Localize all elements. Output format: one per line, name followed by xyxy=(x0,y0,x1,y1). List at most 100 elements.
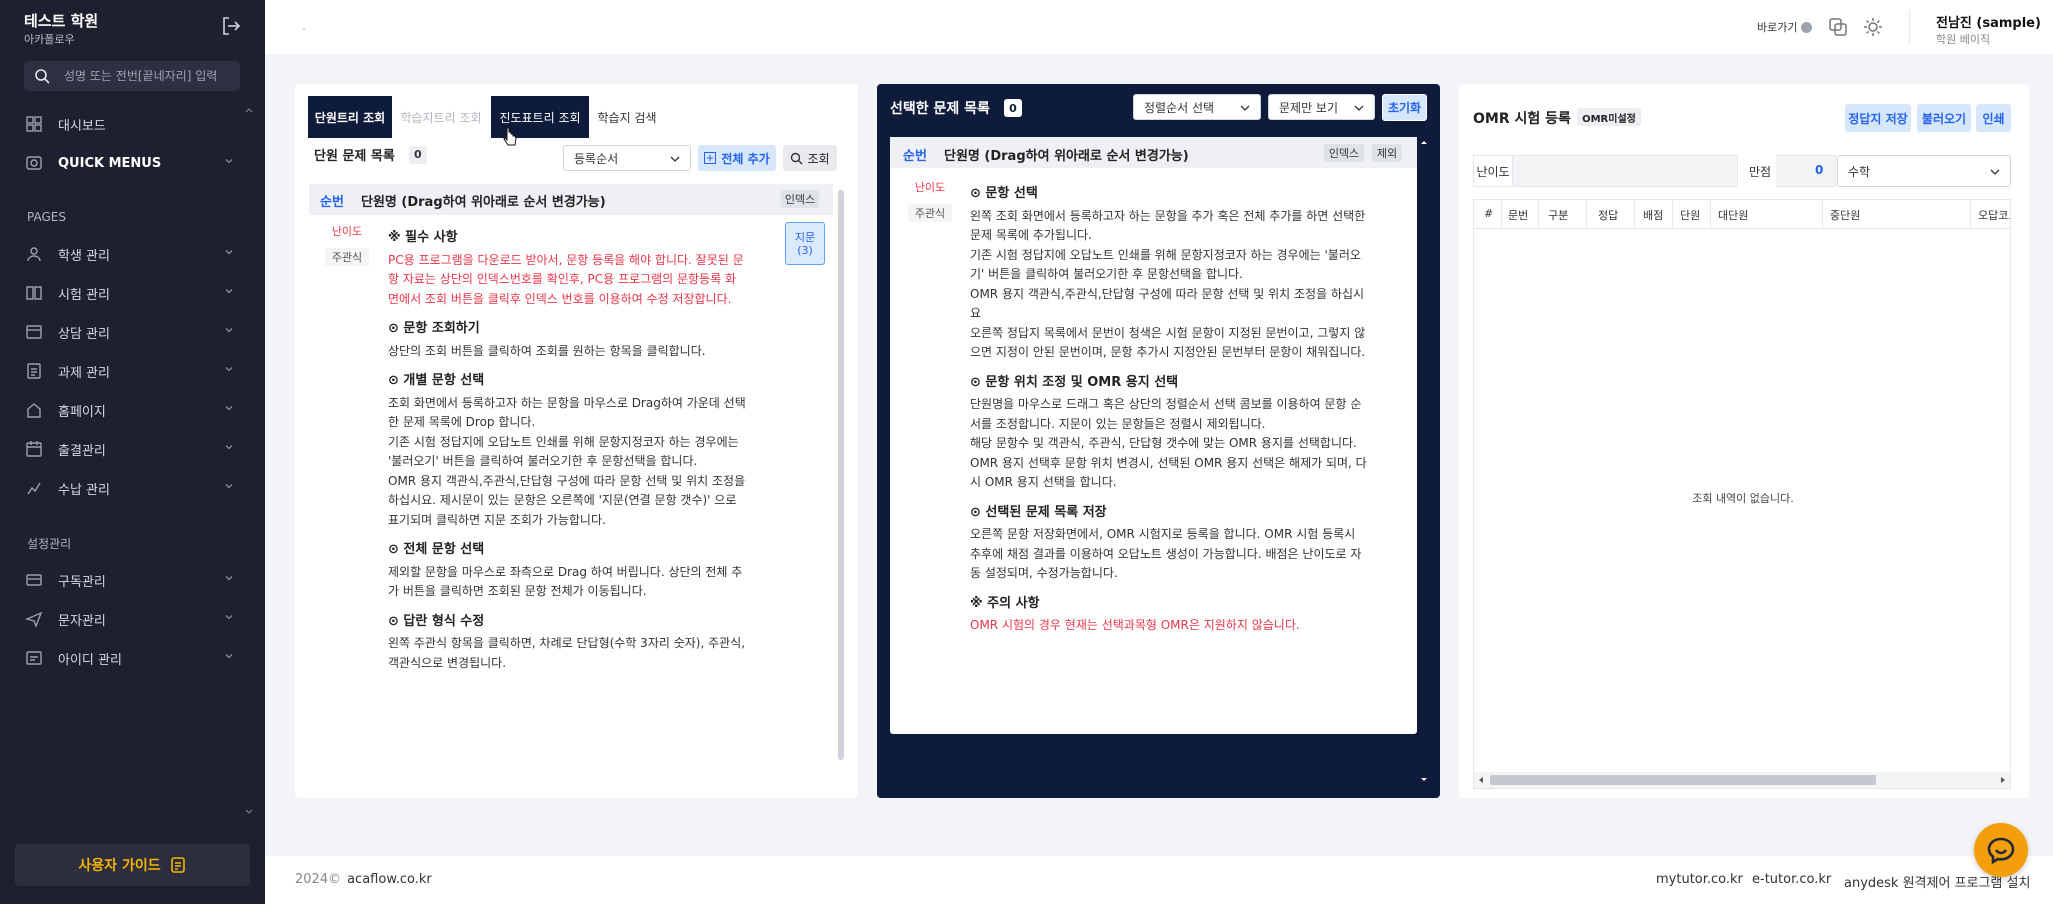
load-button[interactable]: 불러오기 xyxy=(1917,104,1971,132)
sidebar-item-label: 문자관리 xyxy=(58,613,106,629)
user-guide-label: 사용자 가이드 xyxy=(78,858,161,874)
help-paragraph: 기존 시험 정답지에 오답노트 인쇄를 위해 문항지정코자 하는 경우에는 '불… xyxy=(970,247,1361,282)
score-label: 만점 xyxy=(1744,155,1776,187)
sidebar-item-payment[interactable]: 수납 관리 xyxy=(24,475,234,501)
search-icon xyxy=(791,152,803,164)
user-guide-button[interactable]: 사용자 가이드 xyxy=(15,844,250,886)
omr-table: # 문번 구분 정답 배점 단원 대단원 중단원 오답코드 조회 내역이 없습니… xyxy=(1473,199,2011,789)
help-paragraph: OMR 시험의 경우 현재는 선택과목형 OMR은 지원하지 않습니다. xyxy=(970,618,1300,632)
info-icon xyxy=(1801,21,1813,33)
empty-message: 조회 내역이 없습니다. xyxy=(1692,492,1794,505)
help-paragraph: 기존 시험 정답지에 오답노트 인쇄를 위해 문항지정코자 하는 경우에는 '불… xyxy=(388,434,739,469)
attendance-icon xyxy=(24,440,44,458)
tab-worksheet-tree[interactable]: 학습지트리 조회 xyxy=(396,96,486,138)
user-name[interactable]: 전남진 (sample) xyxy=(1936,12,2041,31)
footer-link-etutor[interactable]: e-tutor.co.kr xyxy=(1752,872,1831,887)
sidebar-item-task[interactable]: 과제 관리 xyxy=(24,358,234,384)
sidebar-item-label: 홈페이지 xyxy=(58,404,106,420)
sidebar-item-message[interactable]: 문자관리 xyxy=(24,606,234,632)
sidebar-item-attendance[interactable]: 출결관리 xyxy=(24,436,234,462)
reset-button[interactable]: 초기화 xyxy=(1382,94,1427,121)
horizontal-scrollbar[interactable] xyxy=(1474,772,2010,788)
sidebar-item-label: 아이디 관리 xyxy=(58,652,122,668)
theme-sun-icon[interactable] xyxy=(1862,16,1884,38)
col-seq: 순번 xyxy=(903,149,927,164)
footer-copyright: 2024© acaflow.co.kr xyxy=(295,872,432,887)
chat-icon xyxy=(1987,837,2015,864)
scroll-down-icon[interactable] xyxy=(245,809,253,815)
sidebar-item-label: 과제 관리 xyxy=(58,365,110,381)
help-heading: ⊙ 문항 선택 xyxy=(970,186,1038,201)
sidebar-item-subscription[interactable]: 구독관리 xyxy=(24,567,234,593)
left-scrollbar-thumb[interactable] xyxy=(838,190,844,760)
type-tag[interactable]: 주관식 xyxy=(325,248,369,266)
col-wrong-code: 오답코드 xyxy=(1978,209,2010,222)
chevron-down-icon xyxy=(225,250,233,255)
scroll-right-icon[interactable] xyxy=(2000,776,2006,784)
help-paragraph: PC용 프로그램을 다운로드 받아서, 문항 등록을 해야 합니다. 잘못된 문… xyxy=(388,252,744,306)
help-paragraph: 왼쪽 조회 화면에서 등록하고자 하는 문항을 추가 혹은 전체 추가를 하면 … xyxy=(970,208,1366,243)
user-role: 학원 베이직 xyxy=(1936,33,1991,46)
chevron-down-icon xyxy=(225,615,233,620)
shortcut-link[interactable]: 바로가기 xyxy=(1757,19,1813,35)
chat-button[interactable] xyxy=(1974,823,2028,877)
view-select[interactable]: 문제만 보기 xyxy=(1268,94,1375,120)
section-pages: PAGES xyxy=(27,210,66,224)
sort-select-value: 등록순서 xyxy=(574,151,619,166)
col-seq: 순번 xyxy=(320,195,344,210)
query-button[interactable]: 조회 xyxy=(783,145,837,171)
scroll-up-icon[interactable] xyxy=(1420,139,1428,145)
print-button[interactable]: 인쇄 xyxy=(1976,104,2011,132)
help-heading: ※ 필수 사항 xyxy=(388,230,458,245)
copy-icon[interactable] xyxy=(1827,16,1849,38)
scroll-up-icon[interactable] xyxy=(245,107,253,113)
order-select[interactable]: 정렬순서 선택 xyxy=(1133,94,1261,120)
divider xyxy=(1909,10,1910,44)
selected-list-title: 선택한 문제 목록 xyxy=(890,101,990,117)
sidebar-item-homepage[interactable]: 홈페이지 xyxy=(24,397,234,423)
col-number: 문번 xyxy=(1508,209,1529,222)
sort-select[interactable]: 등록순서 xyxy=(563,145,691,171)
passage-button[interactable]: 지문 (3) xyxy=(785,222,825,265)
sidebar-item-student[interactable]: 학생 관리 xyxy=(24,241,234,267)
tab-unit-tree[interactable]: 단원트리 조회 xyxy=(308,96,392,138)
sidebar-item-quick-menus[interactable]: QUICK MENUS xyxy=(24,150,234,176)
subject-select[interactable]: 수학 xyxy=(1837,155,2011,187)
col-score: 배점 xyxy=(1643,209,1664,222)
difficulty-tag[interactable]: 난이도 xyxy=(325,222,369,240)
sidebar-item-exam[interactable]: 시험 관리 xyxy=(24,280,234,306)
sidebar-item-label: 출결관리 xyxy=(58,443,106,459)
payment-icon xyxy=(24,479,44,497)
footer-site-link[interactable]: acaflow.co.kr xyxy=(347,872,432,887)
help-paragraph: OMR 용지 객관식,주관식,단답형 구성에 따라 문항 선택 및 위치 조정을… xyxy=(970,286,1365,321)
subject-select-value: 수학 xyxy=(1848,164,1871,179)
add-all-button[interactable]: 전체 추가 xyxy=(698,145,776,171)
help-paragraph: 해당 문항수 및 객관식, 주관식, 단답형 갯수에 맞는 OMR 용지를 선택… xyxy=(970,436,1357,450)
help-heading: ⊙ 문항 조회하기 xyxy=(388,321,480,336)
horizontal-scrollbar-thumb[interactable] xyxy=(1490,775,1876,785)
chevron-down-icon xyxy=(225,576,233,581)
sidebar-item-dashboard[interactable]: 대시보드 xyxy=(24,111,234,137)
exclude-tag[interactable]: 제외 xyxy=(1372,144,1402,162)
help-paragraph: 단원명을 마우스로 드래그 혹은 상단의 정렬순서 선택 콤보를 이용하여 문항… xyxy=(970,397,1362,431)
chevron-down-icon xyxy=(225,159,233,164)
shortcut-label: 바로가기 xyxy=(1757,21,1798,34)
type-tag[interactable]: 주관식 xyxy=(908,204,952,222)
sidebar-item-id[interactable]: 아이디 관리 xyxy=(24,645,234,671)
breadcrumb: - xyxy=(302,22,306,35)
order-select-value: 정렬순서 선택 xyxy=(1144,100,1215,115)
sidebar-item-consult[interactable]: 상담 관리 xyxy=(24,319,234,345)
chevron-down-icon xyxy=(1990,169,2000,175)
logout-icon[interactable] xyxy=(220,15,242,37)
scroll-left-icon[interactable] xyxy=(1478,776,1484,784)
help-paragraph: 왼쪽 주관식 항목을 클릭하면, 차례로 단답형(수학 3자리 숫자), 주관식… xyxy=(388,636,746,670)
scroll-down-icon[interactable] xyxy=(1420,777,1428,783)
sidebar-item-label: 구독관리 xyxy=(58,574,106,590)
tab-worksheet-search[interactable]: 학습지 검색 xyxy=(592,96,662,138)
score-value: 0 xyxy=(1815,163,1824,177)
task-icon xyxy=(24,362,44,380)
search-input[interactable] xyxy=(64,66,234,86)
save-answer-button[interactable]: 정답지 저장 xyxy=(1845,104,1911,132)
difficulty-tag[interactable]: 난이도 xyxy=(908,178,952,196)
footer-link-mytutor[interactable]: mytutor.co.kr xyxy=(1656,872,1743,887)
